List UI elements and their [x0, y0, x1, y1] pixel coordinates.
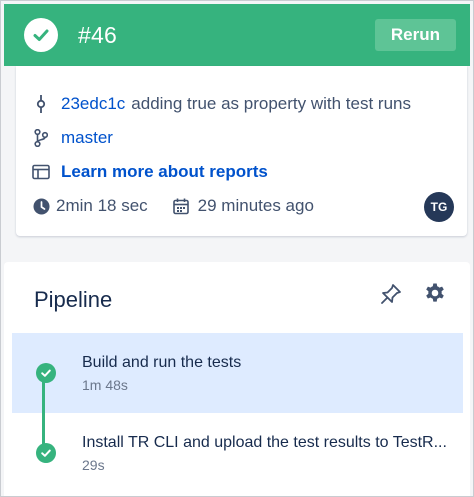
- pipeline-step[interactable]: Install TR CLI and upload the test resul…: [12, 413, 463, 493]
- clock-icon: [32, 197, 50, 215]
- step-name: Build and run the tests: [82, 354, 242, 371]
- pin-icon: [379, 282, 403, 311]
- step-connector: [42, 372, 45, 450]
- step-name: Install TR CLI and upload the test resul…: [82, 434, 447, 451]
- timing-row: 2min 18 sec 29 minutes ago: [32, 196, 314, 216]
- step-success-icon: [36, 363, 56, 383]
- commit-hash-link[interactable]: 23edc1c: [61, 94, 125, 114]
- branch-row: master: [32, 128, 113, 148]
- build-number: #46: [78, 21, 117, 48]
- branch-link[interactable]: master: [61, 128, 113, 148]
- reports-row: Learn more about reports: [32, 162, 268, 182]
- build-duration: 2min 18 sec: [56, 196, 148, 215]
- commit-message: adding true as property with test runs: [131, 94, 411, 113]
- step-duration: 29s: [82, 457, 105, 473]
- build-started-time: 29 minutes ago: [197, 196, 314, 215]
- build-status-header: #46 Rerun: [4, 4, 470, 66]
- build-info-card: 23edc1c adding true as property with tes…: [4, 66, 470, 244]
- commit-row: 23edc1c adding true as property with tes…: [32, 94, 411, 114]
- rerun-button[interactable]: Rerun: [374, 19, 456, 51]
- pipeline-step[interactable]: Build and run the tests 1m 48s: [12, 333, 463, 413]
- check-icon: [24, 18, 58, 52]
- learn-more-reports-link[interactable]: Learn more about reports: [61, 162, 268, 182]
- step-duration: 1m 48s: [82, 377, 128, 393]
- step-success-icon: [36, 443, 56, 463]
- gear-icon: [423, 282, 447, 311]
- commit-icon: [32, 95, 50, 113]
- pipeline-title: Pipeline: [34, 287, 113, 312]
- reports-icon: [32, 163, 50, 181]
- pin-button[interactable]: [377, 282, 405, 310]
- branch-icon: [32, 129, 50, 147]
- calendar-icon: [172, 197, 190, 215]
- settings-button[interactable]: [421, 282, 449, 310]
- avatar[interactable]: TG: [424, 192, 454, 222]
